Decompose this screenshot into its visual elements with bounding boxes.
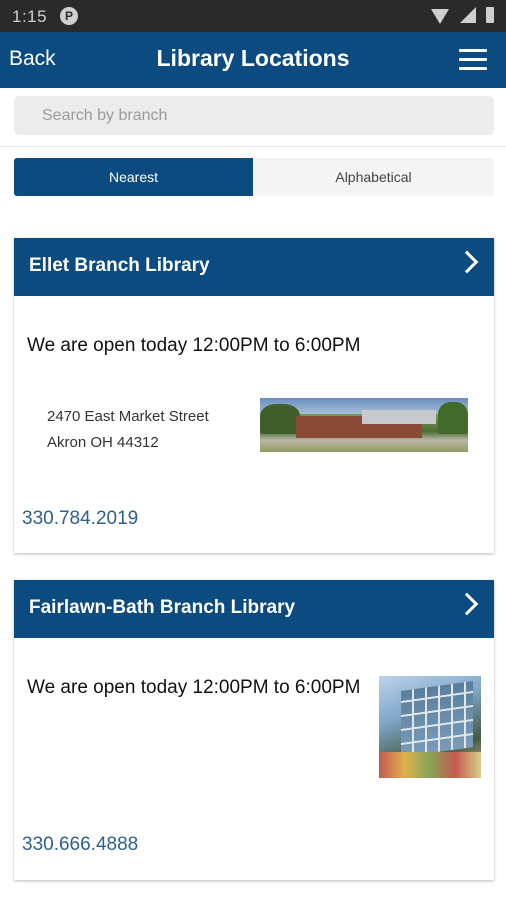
app-notification-icon: P xyxy=(60,7,78,25)
app-bar: Back Library Locations xyxy=(0,32,506,88)
status-bar: 1:15 P xyxy=(0,0,506,32)
branch-phone-link[interactable]: 330.666.4888 xyxy=(22,834,138,856)
battery-icon xyxy=(486,7,494,23)
address-line-1: 2470 East Market Street xyxy=(47,408,209,425)
branch-card-header[interactable]: Fairlawn-Bath Branch Library xyxy=(14,580,494,638)
chevron-right-icon xyxy=(455,592,479,616)
wifi-icon xyxy=(431,9,450,24)
branch-address: 2470 East Market Street Akron OH 44312 xyxy=(47,404,209,456)
branch-hours: We are open today 12:00PM to 6:00PM xyxy=(27,335,361,356)
address-line-2: Akron OH 44312 xyxy=(47,434,159,451)
branch-photo xyxy=(379,676,481,778)
branch-hours: We are open today 12:00PM to 6:00PM xyxy=(27,677,361,698)
system-icons xyxy=(425,7,494,25)
branch-name: Ellet Branch Library xyxy=(29,255,210,276)
status-time: 1:15 xyxy=(12,7,48,26)
branch-card-header[interactable]: Ellet Branch Library xyxy=(14,238,494,296)
divider xyxy=(0,146,506,147)
chevron-right-icon xyxy=(455,250,479,274)
branch-name: Fairlawn-Bath Branch Library xyxy=(29,597,296,618)
branch-photo xyxy=(260,398,468,452)
branch-card: Ellet Branch Library We are open today 1… xyxy=(14,238,494,553)
sort-segmented-control: Nearest Alphabetical xyxy=(14,158,494,196)
hamburger-menu-icon[interactable] xyxy=(459,49,487,71)
branch-phone-link[interactable]: 330.784.2019 xyxy=(22,508,138,530)
back-button[interactable]: Back xyxy=(9,47,56,71)
search-input[interactable] xyxy=(14,96,494,135)
branch-card: Fairlawn-Bath Branch Library We are open… xyxy=(14,580,494,880)
tab-nearest[interactable]: Nearest xyxy=(14,158,253,196)
tab-alphabetical[interactable]: Alphabetical xyxy=(253,158,494,196)
signal-icon xyxy=(459,7,476,23)
page-title: Library Locations xyxy=(156,45,350,71)
